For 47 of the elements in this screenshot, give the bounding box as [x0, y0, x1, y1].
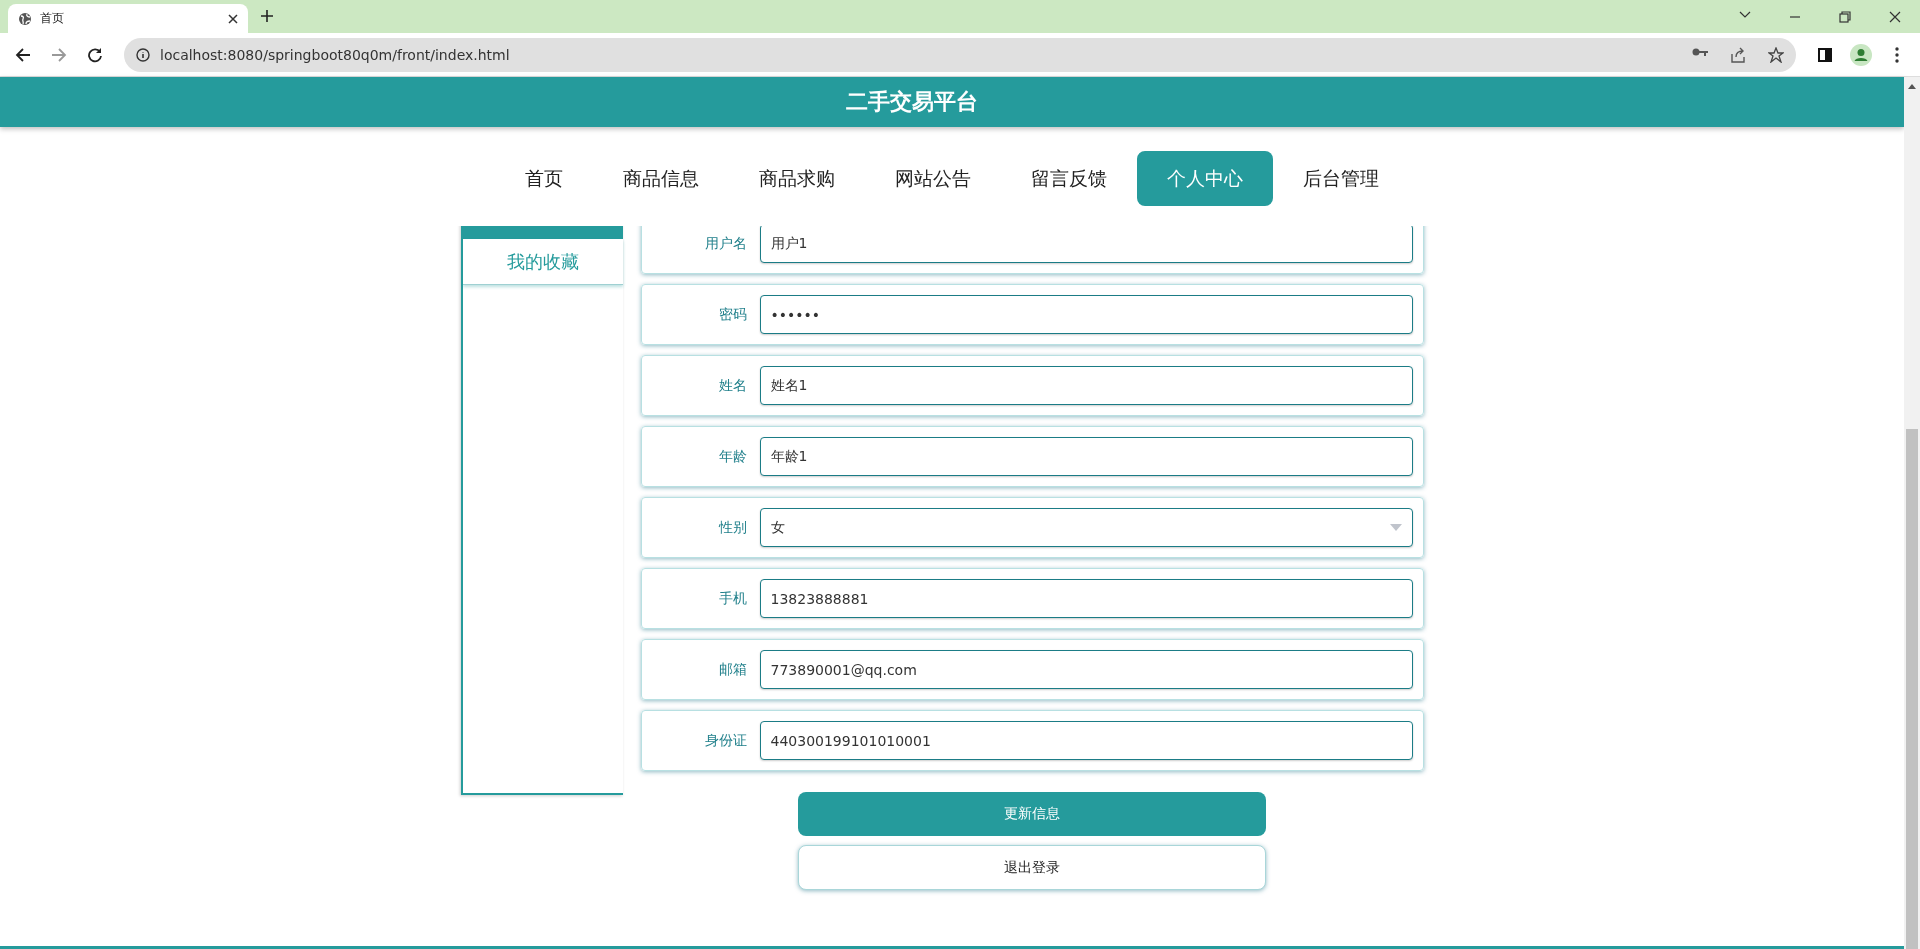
- star-icon[interactable]: [1768, 46, 1784, 63]
- share-icon[interactable]: [1730, 46, 1746, 63]
- new-tab-icon[interactable]: [260, 9, 274, 23]
- field-label: 年龄: [717, 447, 747, 466]
- select-field[interactable]: 女: [759, 508, 1413, 547]
- input-field[interactable]: 773890001@qq.com: [759, 650, 1413, 689]
- restore-icon[interactable]: [1839, 10, 1851, 23]
- input-field[interactable]: 440300199101010001: [759, 721, 1413, 760]
- info-icon[interactable]: [136, 47, 150, 62]
- field-label: 邮箱: [717, 660, 747, 679]
- nav-tab[interactable]: 商品求购: [729, 151, 865, 206]
- dropdown-caret-icon: [1389, 524, 1402, 531]
- input-field[interactable]: 用户1: [759, 226, 1413, 263]
- chevron-down-icon[interactable]: [1739, 10, 1751, 19]
- field-label: 密码: [717, 305, 747, 324]
- browser-tab[interactable]: 首页: [8, 4, 248, 33]
- reload-icon[interactable]: [87, 46, 103, 63]
- scroll-up-icon[interactable]: [1908, 84, 1916, 89]
- scrollbar[interactable]: [1904, 77, 1920, 949]
- url-text: localhost:8080/springboot80q0m/front/index.html: [160, 46, 511, 63]
- input-field[interactable]: 13823888881: [759, 579, 1413, 618]
- input-field[interactable]: ••••••: [759, 295, 1413, 334]
- profile-avatar-icon[interactable]: [1850, 43, 1872, 66]
- nav-tab[interactable]: 商品信息: [593, 151, 729, 206]
- close-icon[interactable]: [228, 13, 238, 24]
- globe-icon: [18, 11, 32, 26]
- nav-tab[interactable]: 留言反馈: [1001, 151, 1137, 206]
- field-label: 手机: [717, 589, 747, 608]
- field-label: 性别: [717, 518, 747, 537]
- nav-tab[interactable]: 网站公告: [865, 151, 1001, 206]
- input-field[interactable]: 年龄1: [759, 437, 1413, 476]
- logout-button[interactable]: 退出登录: [798, 845, 1266, 890]
- nav-tab[interactable]: 后台管理: [1273, 151, 1409, 206]
- menu-icon[interactable]: [1895, 46, 1899, 63]
- field-label: 姓名: [717, 376, 747, 395]
- nav-tab[interactable]: 首页: [495, 151, 593, 206]
- side-panel-icon[interactable]: [1818, 47, 1832, 62]
- field-label: 用户名: [703, 234, 747, 253]
- close-icon[interactable]: [1889, 10, 1901, 23]
- key-icon[interactable]: [1692, 46, 1708, 57]
- site-title: 二手交易平台: [846, 88, 978, 116]
- address-bar[interactable]: localhost:8080/springboot80q0m/front/index.html: [124, 37, 1796, 72]
- field-label: 身份证: [703, 731, 747, 750]
- forward-icon[interactable]: [51, 46, 67, 63]
- back-icon[interactable]: [15, 46, 31, 63]
- scrollbar-thumb[interactable]: [1906, 429, 1918, 949]
- input-field[interactable]: 姓名1: [759, 366, 1413, 405]
